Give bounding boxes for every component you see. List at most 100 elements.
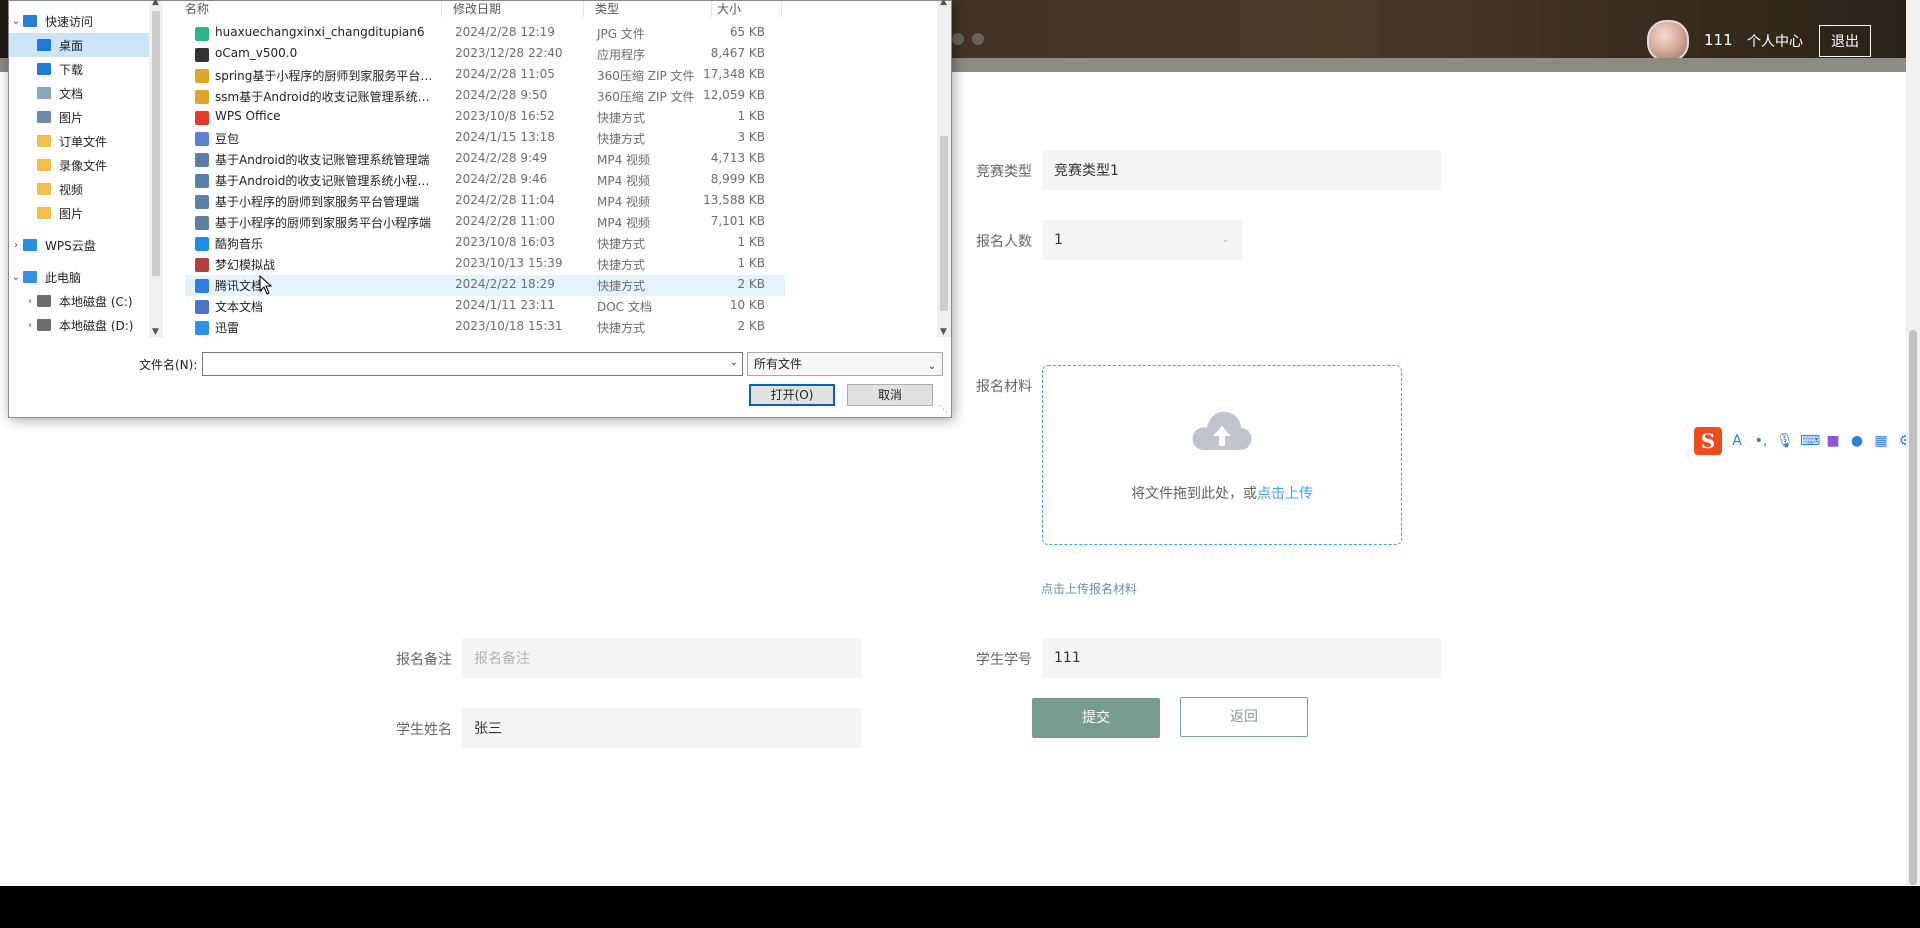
file-row[interactable]: 迅雷 2023/10/18 15:31 快捷方式 2 KB xyxy=(185,317,785,338)
page-scrollbar-thumb[interactable] xyxy=(1909,330,1917,885)
filename-input[interactable]: ⌄ xyxy=(202,352,743,376)
nav-item[interactable]: › WPS云盘 xyxy=(9,233,149,257)
cancel-button[interactable]: 取消 xyxy=(847,384,933,406)
avatar[interactable] xyxy=(1647,20,1689,62)
column-size[interactable]: 大小 xyxy=(717,0,741,17)
participant-count-select[interactable]: 1 ⌄ xyxy=(1042,220,1242,260)
column-divider[interactable] xyxy=(441,1,442,17)
nav-item[interactable]: ⌄ 此电脑 xyxy=(9,265,149,289)
file-list-scrollbar-thumb[interactable] xyxy=(940,136,948,311)
user-name: 111 xyxy=(1704,31,1733,49)
nav-item[interactable]: › 本地磁盘 (D:) xyxy=(9,313,163,337)
scroll-up-icon[interactable]: ▲ xyxy=(152,0,159,7)
navigation-scrollbar[interactable]: ▲ ▼ xyxy=(149,0,163,337)
language-a-icon[interactable]: A xyxy=(1728,432,1746,450)
file-row[interactable]: 基于Android的收支记账管理系统管理端 2024/2/28 9:49 MP4 视… xyxy=(185,149,785,170)
page-scrollbar[interactable] xyxy=(1906,0,1920,886)
chevron-down-icon[interactable]: ⌄ xyxy=(730,357,738,368)
student-name-field[interactable]: 张三 xyxy=(462,708,862,748)
file-row[interactable]: 基于Android的收支记账管理系统小程序... 2024/2/28 9:46 MP… xyxy=(185,170,785,191)
file-row[interactable]: 基于小程序的厨师到家服务平台管理端 2024/2/28 11:04 MP4 视频 13… xyxy=(185,191,785,212)
file-open-dialog: ⌄快速访问桌面†下载†文档†图片†订单文件录像文件视频图片 ›WPS云盘 ⌄ 此电脑 ›… xyxy=(8,0,952,418)
resize-grip-icon[interactable]: ⋱ xyxy=(939,405,948,415)
file-row[interactable]: oCam_v500.0 2023/12/28 22:40 应用程序 8,467 KB xyxy=(185,44,785,65)
column-date[interactable]: 修改日期 xyxy=(453,0,501,17)
column-divider[interactable] xyxy=(583,1,584,17)
column-name[interactable]: 名称 xyxy=(185,0,209,17)
skin-shirt-icon[interactable]: ■ xyxy=(1824,432,1842,450)
logout-button[interactable]: 退出 xyxy=(1819,25,1871,57)
chevron-right-icon[interactable]: › xyxy=(9,240,23,251)
keyboard-icon[interactable]: ⌨ xyxy=(1800,432,1820,450)
file-row[interactable]: 基于小程序的厨师到家服务平台小程序端 2024/2/28 11:00 MP4 视频 7… xyxy=(185,212,785,233)
star-icon xyxy=(23,15,37,27)
navigation-scrollbar-thumb[interactable] xyxy=(152,11,160,276)
file-row[interactable]: 腾讯文档 2024/2/22 18:29 快捷方式 2 KB xyxy=(185,275,785,296)
chevron-right-icon[interactable]: › xyxy=(23,320,37,331)
file-row[interactable]: 梦幻模拟战 2023/10/13 15:39 快捷方式 1 KB xyxy=(185,254,785,275)
nav-item-label: 此电脑 xyxy=(45,270,82,285)
competition-type-label: 竞赛类型 xyxy=(976,164,1032,180)
back-button[interactable]: 返回 xyxy=(1180,697,1308,737)
nav-item[interactable]: 视频 xyxy=(9,177,163,201)
file-row[interactable]: 文本文档 2024/1/11 23:11 DOC 文档 10 KB xyxy=(185,296,785,317)
open-button[interactable]: 打开(O) xyxy=(749,384,835,406)
file-row[interactable]: 酷狗音乐 2023/10/8 16:03 快捷方式 1 KB xyxy=(185,233,785,254)
grid-apps-icon[interactable]: ▦ xyxy=(1872,432,1890,450)
scroll-down-icon[interactable]: ▼ xyxy=(152,327,159,337)
nav-item[interactable]: 订单文件 xyxy=(9,129,163,153)
nav-item[interactable]: 图片 xyxy=(9,201,163,225)
file-row[interactable]: huaxuechangxinxi_changditupian6 2024/2/28… xyxy=(185,23,785,44)
video-icon xyxy=(195,195,209,209)
file-date: 2024/2/28 9:49 xyxy=(455,151,548,165)
upload-dropzone[interactable]: 将文件拖到此处，或点击上传 xyxy=(1042,365,1402,545)
file-row[interactable]: 豆包 2024/1/15 13:18 快捷方式 3 KB xyxy=(185,128,785,149)
nav-item[interactable]: 下载† xyxy=(9,57,163,81)
file-row[interactable]: spring基于小程序的厨师到家服务平台演... 2024/2/28 11:05 3… xyxy=(185,65,785,86)
nav-item[interactable]: 图片† xyxy=(9,105,163,129)
column-divider[interactable] xyxy=(781,1,782,17)
file-row[interactable]: ssm基于Android的收支记账管理系统演... 2024/2/28 9:50 3… xyxy=(185,86,785,107)
competition-type-field[interactable]: 竞赛类型1 xyxy=(1042,150,1441,190)
file-name: huaxuechangxinxi_changditupian6 xyxy=(215,25,425,39)
chevron-down-icon[interactable]: ⌄ xyxy=(9,272,23,283)
punctuation-icon[interactable]: •, xyxy=(1752,432,1770,450)
profile-link[interactable]: 个人中心 xyxy=(1747,31,1803,51)
nav-item[interactable]: 录像文件 xyxy=(9,153,163,177)
file-size: 8,999 KB xyxy=(710,172,765,186)
nav-item[interactable]: › 本地磁盘 (C:) xyxy=(9,289,163,313)
file-name: 基于Android的收支记账管理系统小程序... xyxy=(215,174,440,188)
chevron-right-icon[interactable]: › xyxy=(23,296,37,307)
submit-button[interactable]: 提交 xyxy=(1032,698,1160,738)
nav-item[interactable]: 文档† xyxy=(9,81,163,105)
sogou-logo-icon[interactable]: S xyxy=(1694,427,1722,455)
nav-item[interactable]: 桌面† xyxy=(9,33,163,57)
remark-field[interactable]: 报名备注 xyxy=(462,638,862,678)
student-id-field[interactable]: 111 xyxy=(1042,638,1441,678)
computer-icon xyxy=(23,271,37,283)
carousel-dot[interactable] xyxy=(972,33,984,45)
file-size: 17,348 KB xyxy=(703,67,765,81)
upload-link[interactable]: 点击上传 xyxy=(1257,486,1313,502)
file-type-filter[interactable]: 所有文件 ⌄ xyxy=(747,352,943,376)
nav-item[interactable]: ⌄ 快速访问 xyxy=(9,9,149,33)
image-file-icon xyxy=(195,27,209,41)
microphone-icon[interactable]: 🎙 xyxy=(1776,432,1794,450)
chevron-down-icon[interactable]: ⌄ xyxy=(9,16,23,27)
carousel-dot[interactable] xyxy=(952,33,964,45)
file-name: 文本文档 xyxy=(215,300,264,314)
nav-item-label: 视频 xyxy=(59,182,84,197)
column-divider[interactable] xyxy=(711,1,712,17)
column-type[interactable]: 类型 xyxy=(595,0,619,17)
scroll-up-icon[interactable]: ▲ xyxy=(940,0,947,7)
scroll-down-icon[interactable]: ▼ xyxy=(940,327,947,337)
nav-item-label: 图片 xyxy=(59,206,84,221)
file-size: 2 KB xyxy=(737,319,765,333)
file-row[interactable]: WPS Office 2023/10/8 16:52 快捷方式 1 KB xyxy=(185,107,785,128)
gamepad-icon[interactable]: ● xyxy=(1848,432,1866,450)
file-type-filter-value: 所有文件 xyxy=(754,357,803,371)
participant-count-value: 1 xyxy=(1054,232,1063,248)
file-list-scrollbar[interactable]: ▲ ▼ xyxy=(937,0,951,337)
file-type: 快捷方式 xyxy=(597,111,646,125)
file-name: ssm基于Android的收支记账管理系统演... xyxy=(215,90,440,104)
